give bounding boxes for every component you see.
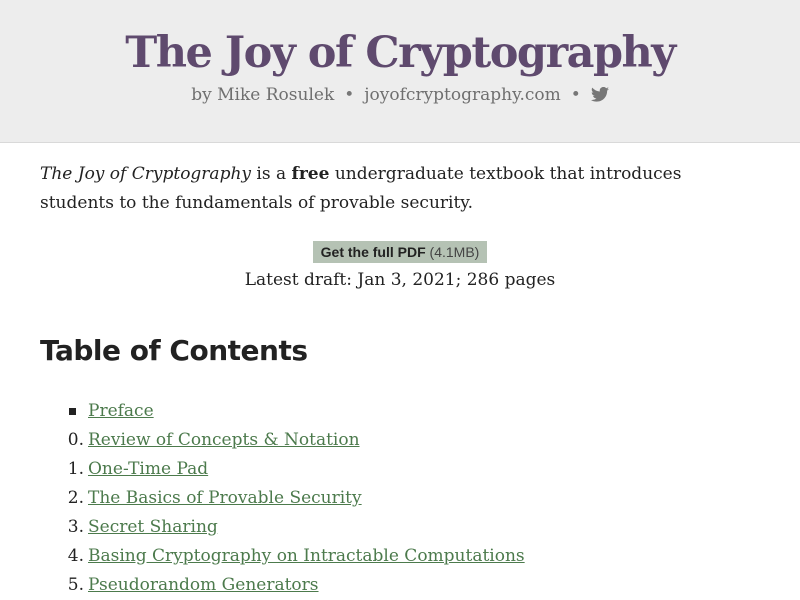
toc-link-preface[interactable]: Preface xyxy=(88,397,154,426)
toc-chapter-number: 5. xyxy=(67,575,84,595)
download-pdf-label: Get the full PDF xyxy=(320,244,426,260)
toc-link-chapter-3[interactable]: Secret Sharing xyxy=(88,513,218,542)
intro-free: free xyxy=(291,164,330,184)
byline: by Mike Rosulek • joyofcryptography.com • xyxy=(0,83,800,107)
website-link[interactable]: joyofcryptography.com xyxy=(364,85,560,105)
download-pdf-button[interactable]: Get the full PDF (4.1MB) xyxy=(312,241,488,263)
toc-item: 5. Pseudorandom Generators xyxy=(40,571,760,600)
author-name: by Mike Rosulek xyxy=(191,85,335,105)
toc-item: Preface xyxy=(40,397,760,426)
toc-chapter-number: 0. xyxy=(67,430,84,450)
toc-chapter-number: 3. xyxy=(67,517,84,537)
toc-item: 0. Review of Concepts & Notation xyxy=(40,426,760,455)
toc-chapter-number: 4. xyxy=(67,546,84,566)
toc-heading: Table of Contents xyxy=(40,334,308,367)
main-content: The Joy of Cryptography is a free underg… xyxy=(40,160,760,600)
intro-book-title: The Joy of Cryptography xyxy=(40,164,252,184)
toc-link-chapter-1[interactable]: One-Time Pad xyxy=(88,455,208,484)
toc-link-chapter-0[interactable]: Review of Concepts & Notation xyxy=(88,426,360,455)
latest-draft-info: Latest draft: Jan 3, 2021; 286 pages xyxy=(244,270,556,290)
toc-item: 4. Basing Cryptography on Intractable Co… xyxy=(40,542,760,571)
toc-link-chapter-5[interactable]: Pseudorandom Generators xyxy=(88,571,319,600)
toc-link-chapter-4[interactable]: Basing Cryptography on Intractable Compu… xyxy=(88,542,525,571)
intro-text: is a xyxy=(251,164,292,184)
toc-item: 3. Secret Sharing xyxy=(40,513,760,542)
toc-item: 1. One-Time Pad xyxy=(40,455,760,484)
twitter-link[interactable] xyxy=(590,85,609,105)
table-of-contents: Preface 0. Review of Concepts & Notation… xyxy=(40,397,760,600)
pdf-file-size: (4.1MB) xyxy=(425,244,480,260)
pdf-download-row: Get the full PDF (4.1MB) xyxy=(40,241,760,263)
toc-item: 2. The Basics of Provable Security xyxy=(40,484,760,513)
toc-chapter-number: 2. xyxy=(67,488,84,508)
square-bullet-icon xyxy=(69,408,76,415)
site-header: The Joy of Cryptography by Mike Rosulek •… xyxy=(0,0,800,143)
toc-link-chapter-2[interactable]: The Basics of Provable Security xyxy=(88,484,362,513)
twitter-bird-icon xyxy=(590,87,609,102)
intro-paragraph: The Joy of Cryptography is a free underg… xyxy=(40,160,760,218)
byline-separator: • xyxy=(344,85,355,105)
site-title: The Joy of Cryptography xyxy=(125,28,676,78)
byline-separator: • xyxy=(570,85,581,105)
toc-chapter-number: 1. xyxy=(67,459,84,479)
